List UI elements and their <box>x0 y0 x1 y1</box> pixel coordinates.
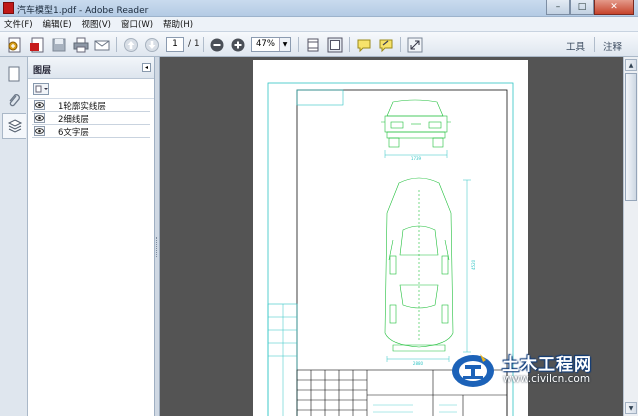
close-button[interactable]: ✕ <box>594 0 634 15</box>
previous-page-icon[interactable] <box>122 36 139 53</box>
layer-row[interactable]: 6文字层 <box>32 125 150 138</box>
layers-panel-title: 图层 <box>33 66 52 76</box>
title-bar: 汽车模型1.pdf - Adobe Reader – □ ✕ <box>0 0 638 17</box>
highlight-icon[interactable] <box>377 36 394 53</box>
visibility-eye-icon[interactable] <box>34 113 45 123</box>
menu-bar: 文件(F) 编辑(E) 视图(V) 窗口(W) 帮助(H) <box>0 17 638 32</box>
watermark-url: www.civilcn.com <box>503 373 591 385</box>
layers-panel-header: 图层 ◂ <box>28 57 154 79</box>
comment-button[interactable]: 注释 <box>603 39 622 53</box>
create-pdf-icon[interactable] <box>6 36 23 53</box>
toolbar: 1 / 1 47% ▼ 工具 注释 <box>0 32 638 57</box>
zoom-in-icon[interactable] <box>229 36 246 53</box>
scroll-down-icon[interactable]: ▼ <box>625 402 637 414</box>
tools-button[interactable]: 工具 <box>566 39 585 53</box>
chevron-down-icon[interactable]: ▼ <box>279 38 290 51</box>
layer-name: 1轮廓实线层 <box>58 102 106 112</box>
pdf-document-icon[interactable] <box>28 36 45 53</box>
attachments-icon[interactable] <box>2 88 26 114</box>
next-page-icon[interactable] <box>143 36 160 53</box>
layer-name: 6文字层 <box>58 128 89 138</box>
adobe-reader-icon <box>3 2 14 14</box>
layer-options-icon[interactable] <box>33 83 49 95</box>
watermark: 土木工程网 www.civilcn.com <box>450 347 625 392</box>
collapse-panel-icon[interactable]: ◂ <box>142 63 151 72</box>
toolbar-separator <box>400 37 401 52</box>
vertical-scrollbar[interactable]: ▲ ▼ <box>623 57 638 416</box>
scrollbar-thumb[interactable] <box>625 73 637 201</box>
fit-page-icon[interactable] <box>304 36 321 53</box>
visibility-eye-icon[interactable] <box>34 100 45 110</box>
zoom-out-icon[interactable] <box>208 36 225 53</box>
toolbar-separator <box>594 37 595 52</box>
expand-icon[interactable] <box>406 36 423 53</box>
layers-icon[interactable] <box>2 113 26 139</box>
window-controls: – □ ✕ <box>546 0 634 15</box>
toolbar-separator <box>203 37 204 52</box>
page-number-input[interactable]: 1 <box>166 37 184 52</box>
layer-row[interactable]: 2细线层 <box>32 112 150 125</box>
toolbar-separator <box>116 37 117 52</box>
zoom-level-select[interactable]: 47% ▼ <box>251 37 291 52</box>
page-total-label: / 1 <box>188 39 200 49</box>
menu-view[interactable]: 视图(V) <box>82 18 111 30</box>
dimension-width: 1739 <box>411 156 422 161</box>
zoom-level-value: 47% <box>256 39 275 49</box>
layer-name: 2细线层 <box>58 115 89 125</box>
menu-file[interactable]: 文件(F) <box>4 18 33 30</box>
menu-edit[interactable]: 编辑(E) <box>43 18 72 30</box>
civilcn-logo <box>450 349 496 389</box>
splitter-grip[interactable] <box>156 237 159 257</box>
scroll-up-icon[interactable]: ▲ <box>625 59 637 71</box>
dimension-length: 4520 <box>471 259 476 270</box>
save-icon[interactable] <box>50 36 67 53</box>
comment-icon[interactable] <box>355 36 372 53</box>
watermark-brand: 土木工程网 <box>502 355 592 375</box>
dimension-wheelbase: 2880 <box>413 361 424 366</box>
toolbar-separator <box>298 37 299 52</box>
layers-panel-toolbar <box>28 79 154 99</box>
minimize-button[interactable]: – <box>546 0 570 15</box>
menu-help[interactable]: 帮助(H) <box>163 18 193 30</box>
visibility-eye-icon[interactable] <box>34 126 45 136</box>
page-thumbnails-icon[interactable] <box>2 61 26 87</box>
layers-panel: 图层 ◂ 1轮廓实线层 2细线层 6文字层 <box>28 57 155 416</box>
print-icon[interactable] <box>72 36 89 53</box>
fit-width-icon[interactable] <box>326 36 343 53</box>
menu-window[interactable]: 窗口(W) <box>121 18 153 30</box>
toolbar-separator <box>349 37 350 52</box>
email-icon[interactable] <box>93 36 110 53</box>
layer-row[interactable]: 1轮廓实线层 <box>32 99 150 112</box>
navigation-strip <box>0 57 28 416</box>
maximize-button[interactable]: □ <box>570 0 594 15</box>
window-title: 汽车模型1.pdf - Adobe Reader <box>17 6 149 16</box>
